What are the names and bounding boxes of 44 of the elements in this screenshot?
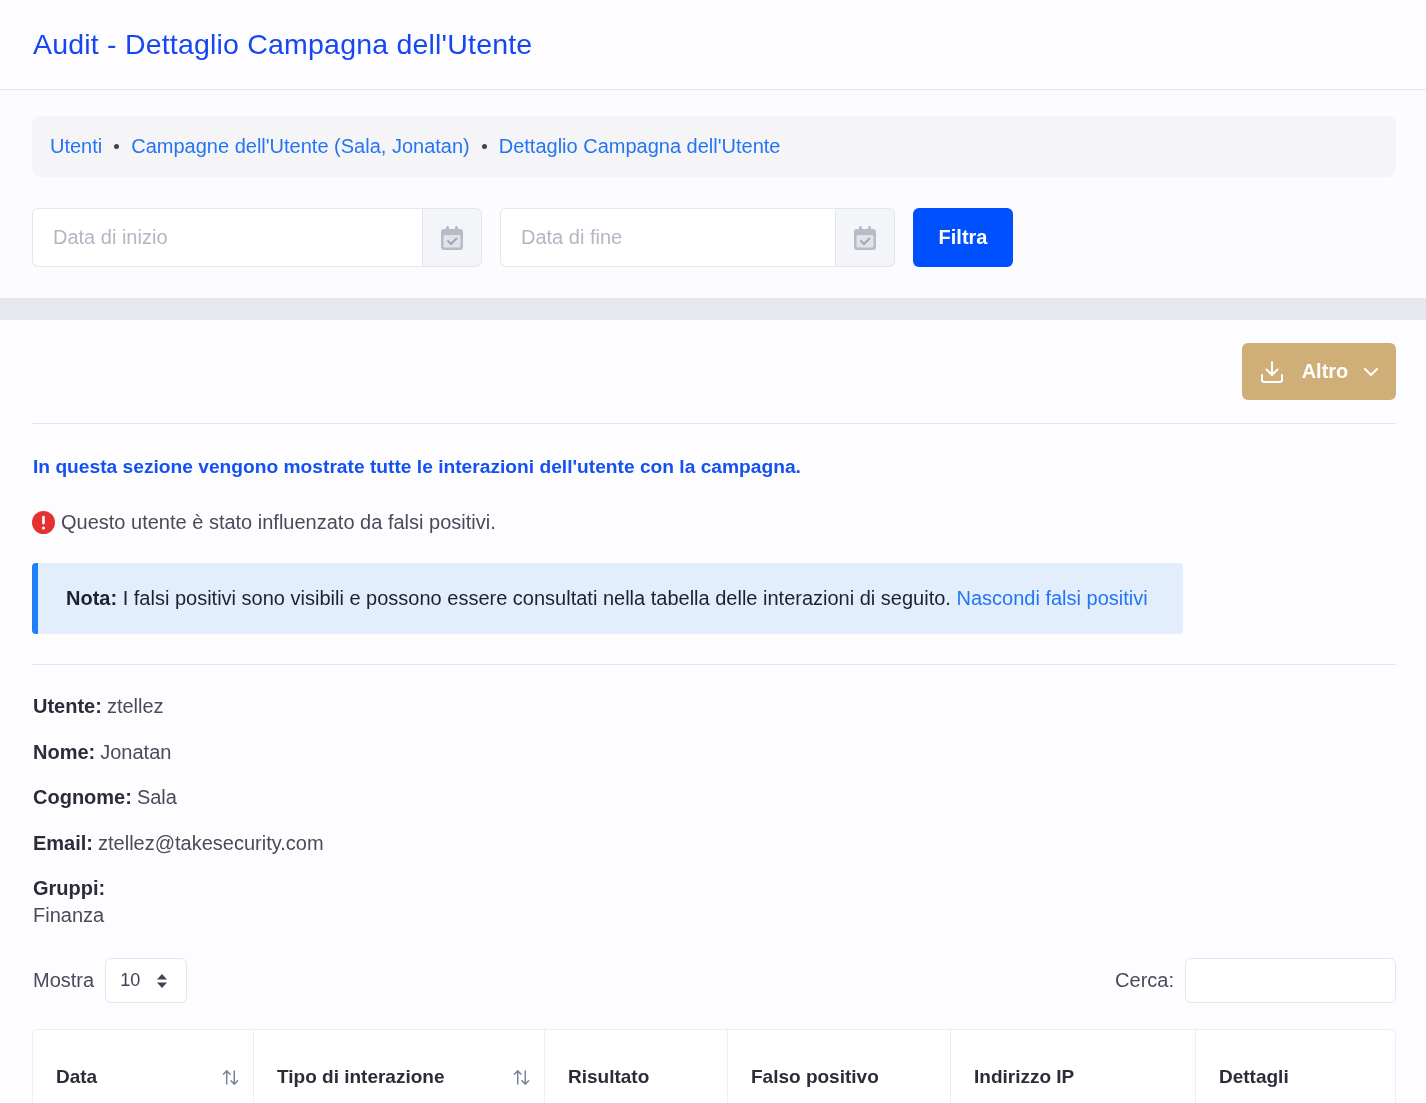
column-header: Dettagli [1218,1065,1290,1089]
calendar-button[interactable] [422,208,482,267]
calendar-icon [441,225,463,250]
download-icon [1259,359,1284,384]
up-down-caret-icon [156,972,169,989]
field-value: Finanza [33,903,105,928]
field-label: Utente: [33,695,102,717]
field-value: Sala [136,786,177,808]
search-field[interactable] [1185,958,1396,1003]
breadcrumb-link[interactable]: Campagne dell'Utente (Sala, Jonatan) [131,135,470,158]
column-header: Risultato [545,1030,728,1103]
page-size-select[interactable]: 10 [105,958,188,1003]
page-title: Audit - Dettaglio Campagna dell'Utente [33,28,533,61]
field-value: ztellez [106,695,164,717]
separator-dot-icon [481,144,487,149]
column-header[interactable]: Data [33,1030,254,1103]
column-header: Indirizzo IP [951,1030,1196,1103]
calendar-button[interactable] [835,208,895,267]
breadcrumb-link[interactable]: Dettaglio Campagna dell'Utente [498,135,781,158]
field-label: Gruppi: [33,876,106,901]
calendar-icon [854,225,876,250]
sort-arrows-icon [513,1069,530,1086]
show-label: Mostra [32,969,95,992]
end-date-field[interactable]: Data di fine [500,208,835,267]
column-header: Falso positivo [728,1030,951,1103]
intro-text: In questa sezione vengono mostrate tutte le interazioni dell'utente con la campagna. [33,455,802,479]
more-button[interactable]: Altro [1242,343,1396,400]
chevron-down-icon [1364,367,1379,376]
sort-arrows-icon [222,1069,239,1086]
field-value: ztellez@takesecurity.com [98,831,324,854]
column-header[interactable]: Tipo di interazione [254,1030,545,1103]
filter-button[interactable]: Filtra [913,208,1013,267]
warning-text: Questo utente è stato influenzato da falsi positivi. [61,511,496,534]
field-label: Nome: [33,740,96,763]
hide-false-positives-link[interactable]: Nascondi falsi positivi [956,587,1148,609]
separator-dot-icon [114,144,120,149]
start-date-field[interactable]: Data di inizio [32,208,422,267]
note-text: Nota: I falsi positivi sono visibili e possono essere consultati nella tabella delle interazioni di seguito. Nascondi falsi positivi [66,587,1148,610]
search-label: Cerca: [1114,969,1174,992]
warning-icon [32,511,55,534]
breadcrumb-link[interactable]: Utenti [50,135,103,158]
field-label: Email: [33,831,94,854]
field-label: Cognome: [33,786,132,808]
field-value: Jonatan [100,740,172,763]
